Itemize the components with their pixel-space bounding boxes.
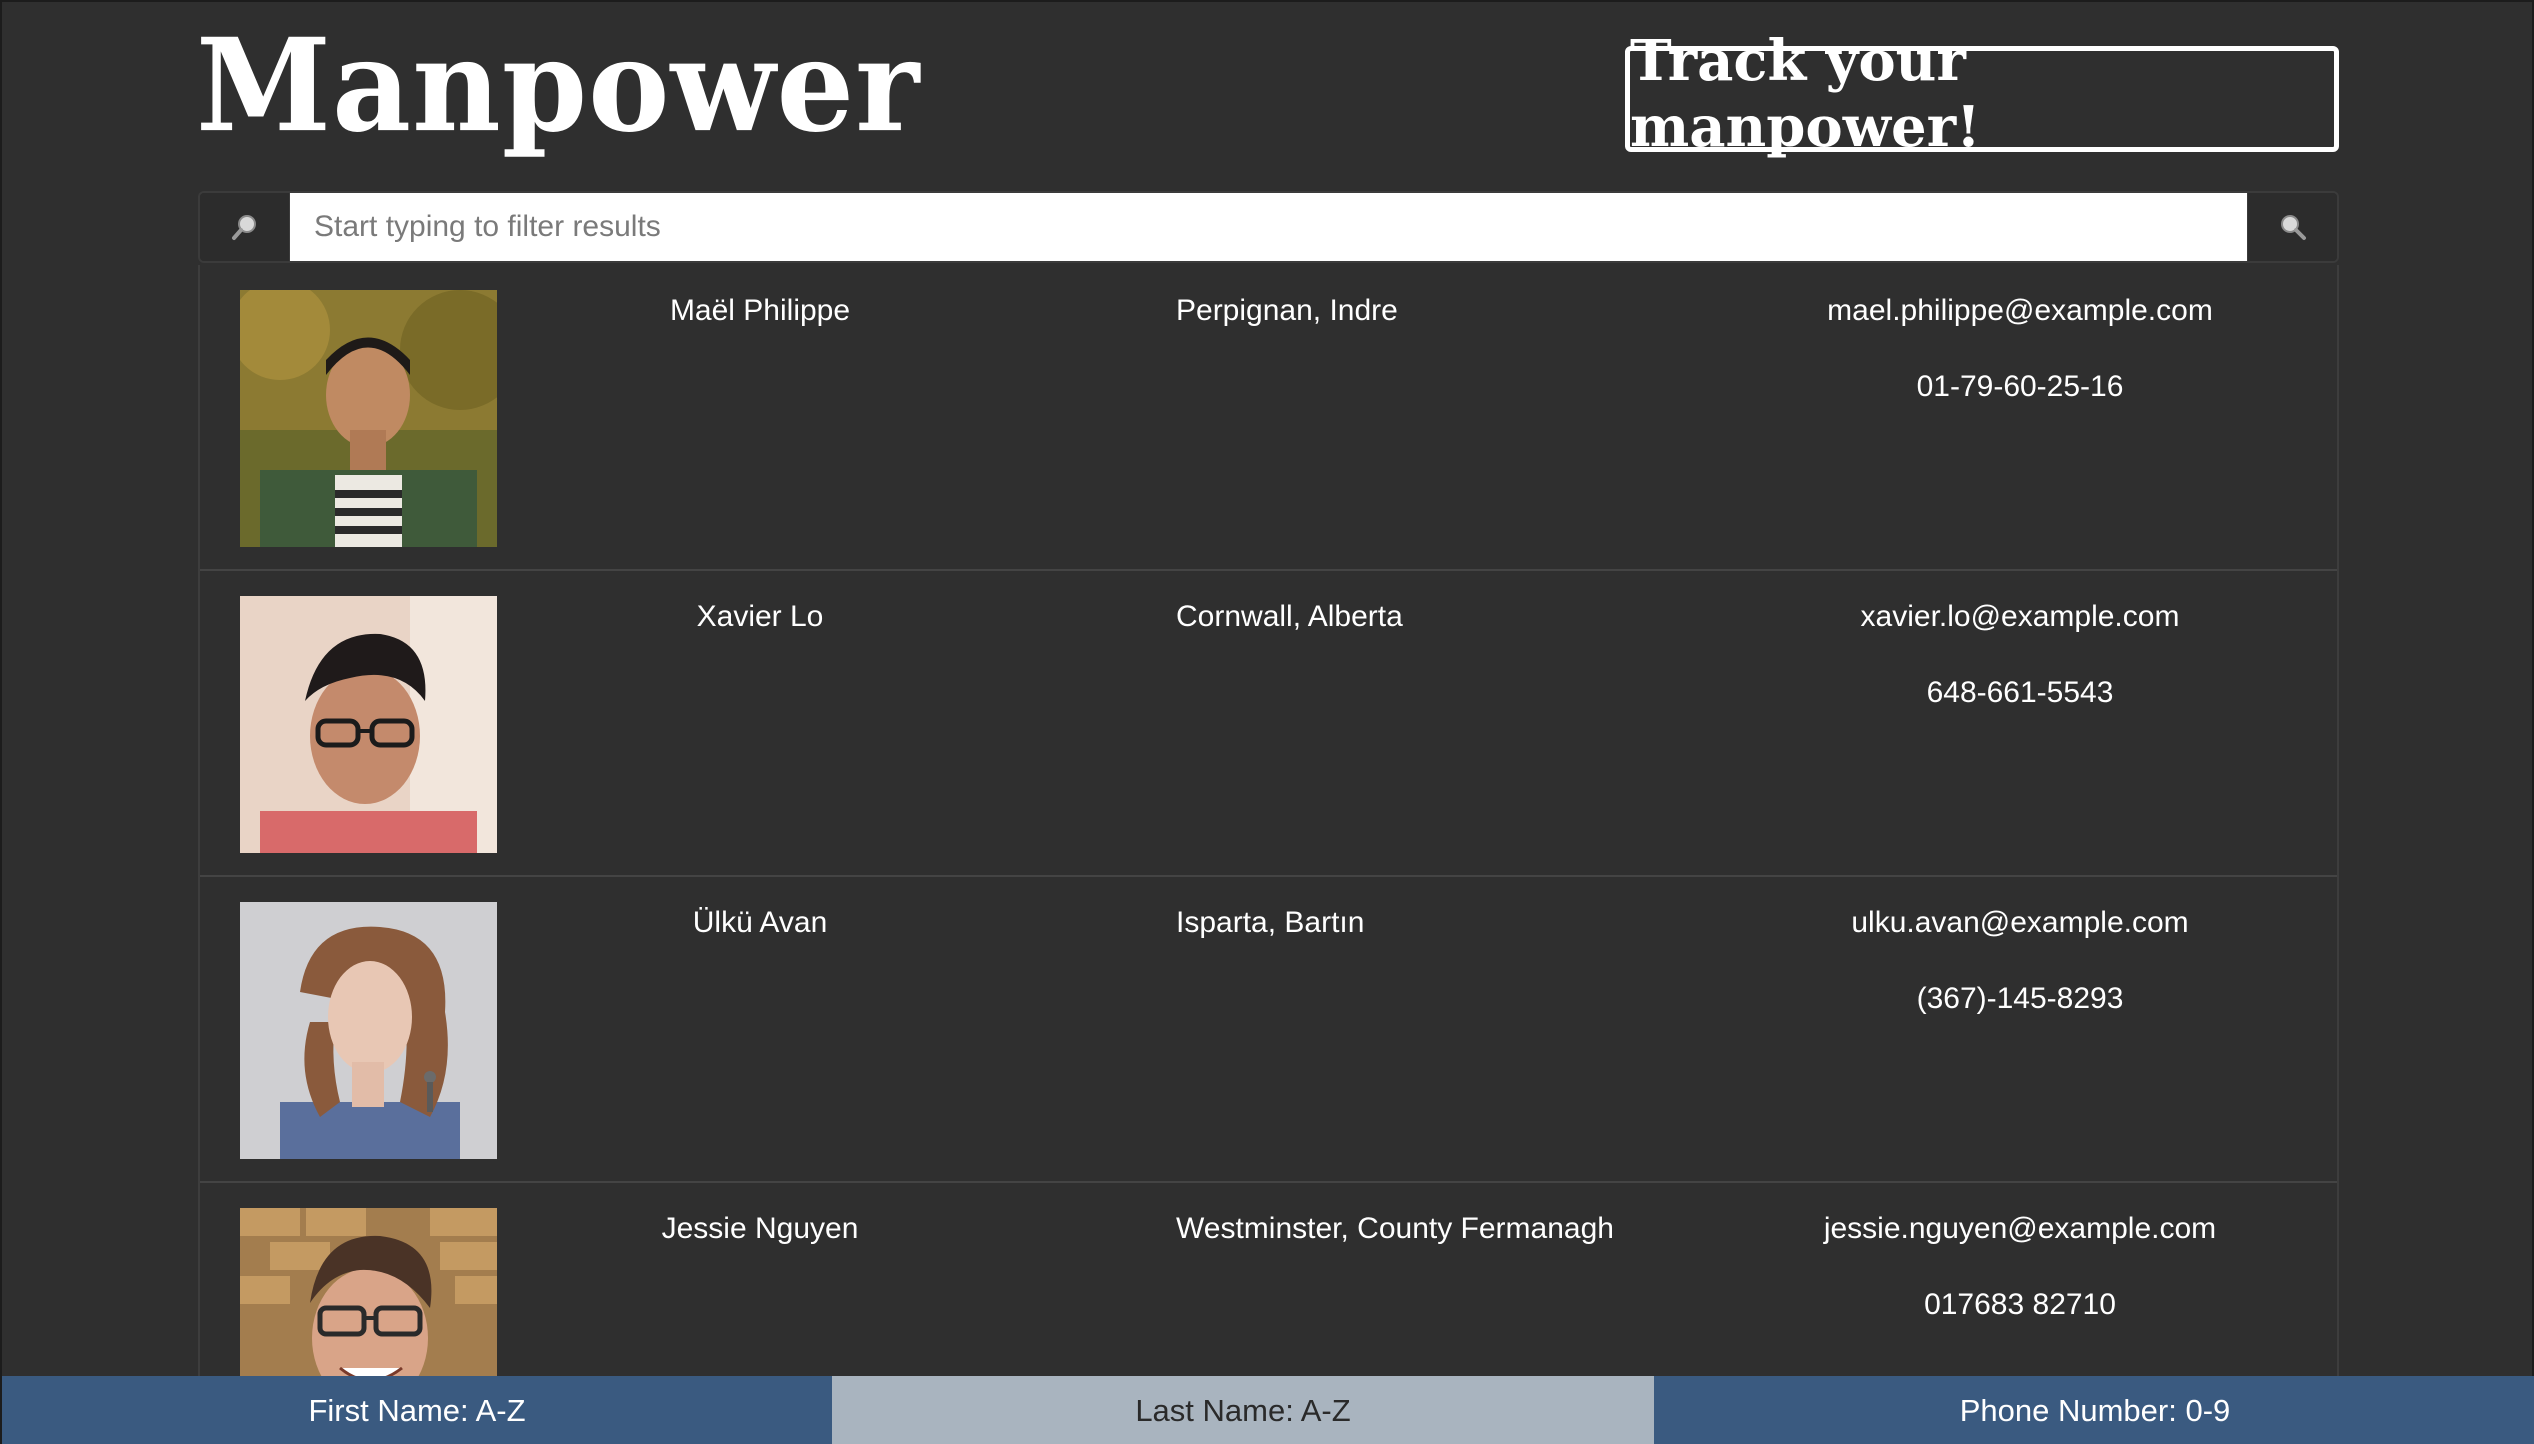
person-location: Isparta, Bartın — [1176, 906, 1365, 939]
person-phone: 01-79-60-25-16 — [1916, 370, 2124, 403]
brand-title: Manpower — [196, 9, 921, 161]
sort-first-name-button[interactable]: First Name: A-Z — [2, 1376, 832, 1444]
person-phone: (367)-145-8293 — [1916, 982, 2124, 1015]
tagline-badge: Track your manpower! — [1625, 28, 2339, 160]
person-location: Westminster, County Fermanagh — [1176, 1212, 1614, 1245]
person-contact: jessie.nguyen@example.com 017683 82710 — [1720, 1211, 2320, 1323]
person-photo — [240, 290, 497, 547]
person-contact: xavier.lo@example.com 648-661-5543 — [1720, 599, 2320, 711]
person-email[interactable]: jessie.nguyen@example.com — [1824, 1212, 2216, 1245]
magnifier-icon — [2280, 215, 2306, 240]
sort-phone-number-button[interactable]: Phone Number: 0-9 — [1654, 1376, 2534, 1444]
list-item[interactable]: Ülkü Avan Isparta, Bartın ulku.avan@exam… — [200, 877, 2337, 1183]
avatar — [240, 290, 497, 547]
avatar — [240, 596, 497, 853]
search-bar — [198, 191, 2339, 263]
magnifier-icon — [231, 215, 256, 240]
list-item[interactable]: Jessie Nguyen Westminster, County Ferman… — [200, 1183, 2337, 1377]
person-location: Perpignan, Indre — [1176, 294, 1398, 327]
search-input[interactable] — [290, 193, 2247, 261]
avatar — [240, 1208, 497, 1377]
search-addon-left[interactable] — [200, 193, 290, 261]
list-item[interactable]: Xavier Lo Cornwall, Alberta xavier.lo@ex… — [200, 571, 2337, 877]
app-page: Manpower Track your manpower! Start typi… — [0, 0, 2534, 1444]
people-list: Maël Philippe Perpignan, Indre mael.phil… — [198, 265, 2339, 1377]
search-addon-right[interactable] — [2247, 193, 2337, 261]
person-contact: mael.philippe@example.com 01-79-60-25-16 — [1720, 293, 2320, 405]
person-email[interactable]: xavier.lo@example.com — [1861, 600, 2180, 633]
person-location: Cornwall, Alberta — [1176, 600, 1403, 633]
person-name: Ülkü Avan — [692, 906, 828, 939]
person-name: Xavier Lo — [696, 600, 824, 633]
person-email[interactable]: mael.philippe@example.com — [1827, 294, 2213, 327]
person-name: Maël Philippe — [669, 294, 851, 327]
sort-bar: First Name: A-Z Last Name: A-Z Phone Num… — [2, 1376, 2534, 1444]
list-item[interactable]: Maël Philippe Perpignan, Indre mael.phil… — [200, 265, 2337, 571]
person-phone: 648-661-5543 — [1926, 676, 2114, 709]
person-phone: 017683 82710 — [1924, 1288, 2116, 1321]
person-name: Jessie Nguyen — [661, 1212, 859, 1245]
avatar — [240, 902, 497, 1159]
person-email[interactable]: ulku.avan@example.com — [1851, 906, 2188, 939]
person-photo — [240, 596, 497, 853]
person-photo — [240, 902, 497, 1159]
sort-last-name-button[interactable]: Last Name: A-Z — [832, 1376, 1654, 1444]
person-photo — [240, 1208, 497, 1377]
person-contact: ulku.avan@example.com (367)-145-8293 — [1720, 905, 2320, 1017]
